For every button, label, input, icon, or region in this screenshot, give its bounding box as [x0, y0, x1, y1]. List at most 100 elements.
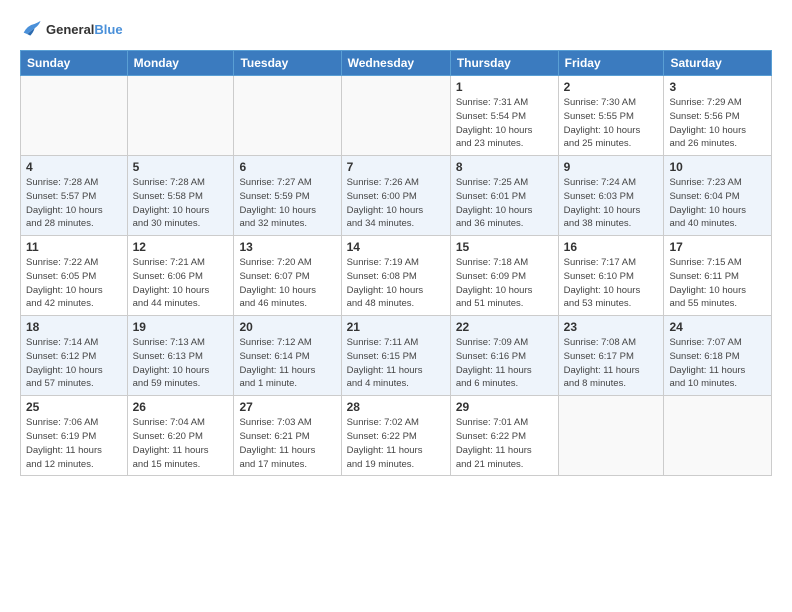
- day-info: Sunrise: 7:20 AM Sunset: 6:07 PM Dayligh…: [239, 256, 335, 311]
- calendar-cell: 16Sunrise: 7:17 AM Sunset: 6:10 PM Dayli…: [558, 236, 664, 316]
- day-number: 5: [133, 160, 229, 174]
- calendar-cell: 27 Sunrise: 7:03 AM Sunset: 6:21 PM Dayli…: [234, 396, 341, 476]
- calendar-cell: 6Sunrise: 7:27 AM Sunset: 5:59 PM Daylig…: [234, 156, 341, 236]
- calendar-cell: 21 Sunrise: 7:11 AM Sunset: 6:15 PM Dayli…: [341, 316, 450, 396]
- calendar-header-row: SundayMondayTuesdayWednesdayThursdayFrid…: [21, 51, 772, 76]
- day-info: Sunrise: 7:11 AM Sunset: 6:15 PM Dayligh…: [347, 336, 445, 391]
- day-info: Sunrise: 7:21 AM Sunset: 6:06 PM Dayligh…: [133, 256, 229, 311]
- calendar-weekday-sunday: Sunday: [21, 51, 128, 76]
- day-number: 2: [564, 80, 659, 94]
- calendar-cell: 24 Sunrise: 7:07 AM Sunset: 6:18 PM Dayli…: [664, 316, 772, 396]
- day-info: Sunrise: 7:12 AM Sunset: 6:14 PM Dayligh…: [239, 336, 335, 391]
- day-info: Sunrise: 7:03 AM Sunset: 6:21 PM Dayligh…: [239, 416, 335, 471]
- day-info: Sunrise: 7:08 AM Sunset: 6:17 PM Dayligh…: [564, 336, 659, 391]
- calendar-cell: 7 Sunrise: 7:26 AM Sunset: 6:00 PM Daylig…: [341, 156, 450, 236]
- calendar-cell: 14 Sunrise: 7:19 AM Sunset: 6:08 PM Dayli…: [341, 236, 450, 316]
- calendar-cell: 3 Sunrise: 7:29 AM Sunset: 5:56 PM Daylig…: [664, 76, 772, 156]
- day-number: 27: [239, 400, 335, 414]
- calendar-cell: 2 Sunrise: 7:30 AM Sunset: 5:55 PM Daylig…: [558, 76, 664, 156]
- calendar-week-row: 18 Sunrise: 7:14 AM Sunset: 6:12 PM Dayli…: [21, 316, 772, 396]
- calendar-cell: [341, 76, 450, 156]
- calendar-week-row: 4 Sunrise: 7:28 AM Sunset: 5:57 PM Daylig…: [21, 156, 772, 236]
- calendar-cell: 29 Sunrise: 7:01 AM Sunset: 6:22 PM Dayli…: [450, 396, 558, 476]
- calendar-cell: 13 Sunrise: 7:20 AM Sunset: 6:07 PM Dayli…: [234, 236, 341, 316]
- day-info: Sunrise: 7:13 AM Sunset: 6:13 PM Dayligh…: [133, 336, 229, 391]
- calendar-cell: [558, 396, 664, 476]
- day-info: Sunrise: 7:06 AM Sunset: 6:19 PM Dayligh…: [26, 416, 122, 471]
- header: GeneralBlue: [20, 18, 772, 40]
- calendar-cell: [127, 76, 234, 156]
- day-number: 7: [347, 160, 445, 174]
- day-number: 28: [347, 400, 445, 414]
- day-info: Sunrise: 7:07 AM Sunset: 6:18 PM Dayligh…: [669, 336, 766, 391]
- calendar-cell: [21, 76, 128, 156]
- calendar-cell: 15Sunrise: 7:18 AM Sunset: 6:09 PM Dayli…: [450, 236, 558, 316]
- calendar-cell: [664, 396, 772, 476]
- day-number: 4: [26, 160, 122, 174]
- day-number: 14: [347, 240, 445, 254]
- calendar-cell: 1 Sunrise: 7:31 AM Sunset: 5:54 PM Daylig…: [450, 76, 558, 156]
- page: GeneralBlue SundayMondayTuesdayWednesday…: [0, 0, 792, 486]
- day-number: 26: [133, 400, 229, 414]
- calendar-cell: 4 Sunrise: 7:28 AM Sunset: 5:57 PM Daylig…: [21, 156, 128, 236]
- calendar-cell: 8Sunrise: 7:25 AM Sunset: 6:01 PM Daylig…: [450, 156, 558, 236]
- logo: GeneralBlue: [20, 18, 123, 40]
- day-number: 19: [133, 320, 229, 334]
- day-info: Sunrise: 7:01 AM Sunset: 6:22 PM Dayligh…: [456, 416, 553, 471]
- calendar-week-row: 25Sunrise: 7:06 AM Sunset: 6:19 PM Dayli…: [21, 396, 772, 476]
- day-info: Sunrise: 7:29 AM Sunset: 5:56 PM Dayligh…: [669, 96, 766, 151]
- day-info: Sunrise: 7:31 AM Sunset: 5:54 PM Dayligh…: [456, 96, 553, 151]
- day-info: Sunrise: 7:19 AM Sunset: 6:08 PM Dayligh…: [347, 256, 445, 311]
- calendar-weekday-tuesday: Tuesday: [234, 51, 341, 76]
- day-number: 6: [239, 160, 335, 174]
- day-number: 1: [456, 80, 553, 94]
- logo-text: GeneralBlue: [46, 22, 123, 37]
- day-number: 20: [239, 320, 335, 334]
- day-number: 15: [456, 240, 553, 254]
- day-number: 23: [564, 320, 659, 334]
- day-number: 11: [26, 240, 122, 254]
- calendar-weekday-thursday: Thursday: [450, 51, 558, 76]
- day-info: Sunrise: 7:30 AM Sunset: 5:55 PM Dayligh…: [564, 96, 659, 151]
- day-info: Sunrise: 7:09 AM Sunset: 6:16 PM Dayligh…: [456, 336, 553, 391]
- calendar-weekday-monday: Monday: [127, 51, 234, 76]
- day-info: Sunrise: 7:15 AM Sunset: 6:11 PM Dayligh…: [669, 256, 766, 311]
- logo-icon: [20, 18, 42, 40]
- calendar-cell: 9Sunrise: 7:24 AM Sunset: 6:03 PM Daylig…: [558, 156, 664, 236]
- calendar-weekday-wednesday: Wednesday: [341, 51, 450, 76]
- day-info: Sunrise: 7:28 AM Sunset: 5:58 PM Dayligh…: [133, 176, 229, 231]
- calendar-cell: 5 Sunrise: 7:28 AM Sunset: 5:58 PM Daylig…: [127, 156, 234, 236]
- calendar-cell: 17 Sunrise: 7:15 AM Sunset: 6:11 PM Dayli…: [664, 236, 772, 316]
- calendar-cell: [234, 76, 341, 156]
- day-number: 12: [133, 240, 229, 254]
- day-info: Sunrise: 7:25 AM Sunset: 6:01 PM Dayligh…: [456, 176, 553, 231]
- day-info: Sunrise: 7:02 AM Sunset: 6:22 PM Dayligh…: [347, 416, 445, 471]
- calendar-cell: 10Sunrise: 7:23 AM Sunset: 6:04 PM Dayli…: [664, 156, 772, 236]
- day-info: Sunrise: 7:28 AM Sunset: 5:57 PM Dayligh…: [26, 176, 122, 231]
- calendar-weekday-saturday: Saturday: [664, 51, 772, 76]
- day-info: Sunrise: 7:14 AM Sunset: 6:12 PM Dayligh…: [26, 336, 122, 391]
- day-number: 18: [26, 320, 122, 334]
- calendar-cell: 26Sunrise: 7:04 AM Sunset: 6:20 PM Dayli…: [127, 396, 234, 476]
- calendar-week-row: 11Sunrise: 7:22 AM Sunset: 6:05 PM Dayli…: [21, 236, 772, 316]
- day-number: 17: [669, 240, 766, 254]
- day-number: 21: [347, 320, 445, 334]
- calendar-weekday-friday: Friday: [558, 51, 664, 76]
- day-number: 29: [456, 400, 553, 414]
- calendar-cell: 20 Sunrise: 7:12 AM Sunset: 6:14 PM Dayli…: [234, 316, 341, 396]
- day-number: 13: [239, 240, 335, 254]
- day-number: 24: [669, 320, 766, 334]
- calendar-cell: 12 Sunrise: 7:21 AM Sunset: 6:06 PM Dayli…: [127, 236, 234, 316]
- calendar-cell: 28 Sunrise: 7:02 AM Sunset: 6:22 PM Dayli…: [341, 396, 450, 476]
- calendar-cell: 23 Sunrise: 7:08 AM Sunset: 6:17 PM Dayli…: [558, 316, 664, 396]
- day-number: 3: [669, 80, 766, 94]
- calendar-cell: 25Sunrise: 7:06 AM Sunset: 6:19 PM Dayli…: [21, 396, 128, 476]
- day-info: Sunrise: 7:24 AM Sunset: 6:03 PM Dayligh…: [564, 176, 659, 231]
- day-info: Sunrise: 7:17 AM Sunset: 6:10 PM Dayligh…: [564, 256, 659, 311]
- calendar-cell: 11Sunrise: 7:22 AM Sunset: 6:05 PM Dayli…: [21, 236, 128, 316]
- calendar-cell: 18 Sunrise: 7:14 AM Sunset: 6:12 PM Dayli…: [21, 316, 128, 396]
- calendar-table: SundayMondayTuesdayWednesdayThursdayFrid…: [20, 50, 772, 476]
- calendar-cell: 19 Sunrise: 7:13 AM Sunset: 6:13 PM Dayli…: [127, 316, 234, 396]
- day-info: Sunrise: 7:26 AM Sunset: 6:00 PM Dayligh…: [347, 176, 445, 231]
- day-info: Sunrise: 7:23 AM Sunset: 6:04 PM Dayligh…: [669, 176, 766, 231]
